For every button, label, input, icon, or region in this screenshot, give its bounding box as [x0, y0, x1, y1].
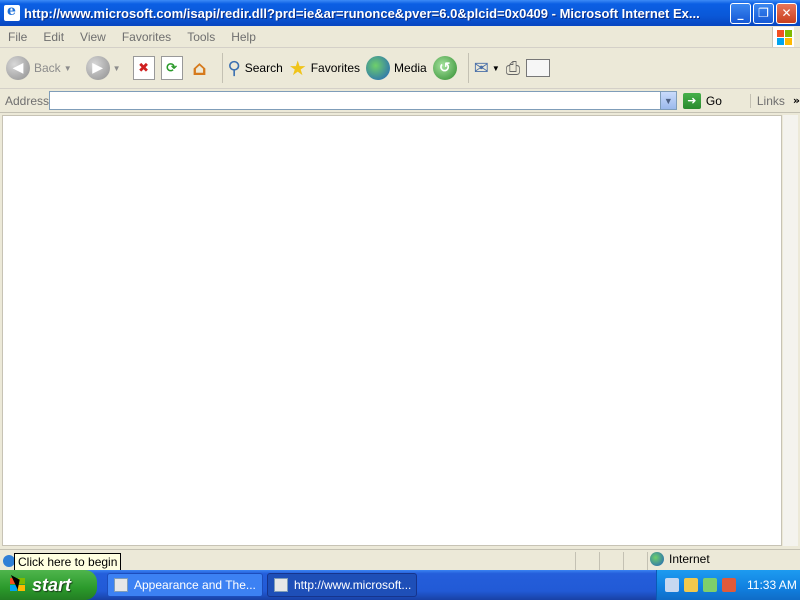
- go-label: Go: [705, 93, 722, 108]
- ie-icon: [4, 3, 20, 21]
- media-globe-icon: [366, 56, 391, 80]
- back-label: Back: [34, 61, 61, 75]
- home-icon: ⌂: [192, 56, 207, 80]
- task-label: Appearance and The...: [134, 578, 256, 592]
- page-content[interactable]: [2, 115, 782, 546]
- start-label: start: [32, 574, 72, 595]
- taskbar: start Appearance and The... http://www.m…: [0, 570, 800, 600]
- title-bar: http://www.microsoft.com/isapi/redir.dll…: [0, 0, 800, 26]
- standard-toolbar: ◀ Back ▼ ▶ ▼ ✖ ⟳ ⌂ ⚲ Search ★ Favorites …: [0, 48, 800, 89]
- windows-logo-icon: [772, 27, 794, 47]
- security-zone: Internet: [650, 552, 710, 566]
- task-label: http://www.microsoft...: [294, 578, 412, 592]
- stop-button[interactable]: ✖: [132, 56, 155, 80]
- address-label: Address: [5, 93, 50, 108]
- zone-label: Internet: [669, 552, 710, 566]
- mail-icon: ✉: [473, 57, 489, 79]
- media-label: Media: [394, 61, 427, 75]
- forward-arrow-icon: ▶: [85, 56, 110, 80]
- system-tray: 11:33 AM: [656, 570, 800, 600]
- search-icon: ⚲: [227, 57, 241, 79]
- favorites-label: Favorites: [310, 61, 361, 75]
- status-segment: [599, 551, 600, 570]
- star-icon: ★: [288, 56, 307, 80]
- refresh-button[interactable]: ⟳: [160, 56, 183, 80]
- vertical-scrollbar[interactable]: [782, 115, 798, 546]
- back-button[interactable]: ◀ Back ▼: [6, 56, 72, 80]
- chevron-down-icon[interactable]: ▼: [113, 64, 121, 73]
- history-button[interactable]: ↺: [432, 56, 457, 80]
- links-button[interactable]: Links: [749, 93, 785, 108]
- menu-bar: File Edit View Favorites Tools Help: [0, 26, 800, 48]
- chevron-down-icon[interactable]: ▼: [492, 64, 500, 73]
- toolbar-separator: [467, 53, 469, 83]
- edit-button[interactable]: [526, 59, 551, 77]
- window-controls: _ ❐ ✕: [730, 2, 797, 24]
- menu-favorites[interactable]: Favorites: [114, 30, 179, 44]
- go-arrow-icon: ➜: [682, 92, 701, 109]
- refresh-icon: ⟳: [160, 56, 183, 80]
- print-button[interactable]: ⎙: [506, 58, 520, 79]
- update-icon[interactable]: [703, 578, 717, 592]
- back-arrow-icon: ◀: [6, 56, 30, 80]
- search-button[interactable]: ⚲ Search: [228, 58, 283, 79]
- address-dropdown-icon[interactable]: ▼: [659, 92, 676, 109]
- history-icon: ↺: [432, 56, 457, 80]
- clock[interactable]: 11:33 AM: [747, 578, 797, 592]
- alert-icon[interactable]: [722, 578, 736, 592]
- network-icon[interactable]: [665, 578, 679, 592]
- stop-icon: ✖: [132, 56, 155, 80]
- status-segment: [623, 551, 624, 570]
- ie-icon: [274, 578, 288, 592]
- forward-button[interactable]: ▶ ▼: [85, 56, 121, 80]
- edit-page-icon: [526, 59, 551, 77]
- media-button[interactable]: Media: [366, 56, 427, 80]
- mail-button[interactable]: ✉ ▼: [474, 58, 500, 79]
- go-button[interactable]: ➜ Go: [682, 92, 722, 109]
- menu-help[interactable]: Help: [223, 30, 264, 44]
- address-bar: Address ▼ ➜ Go Links »: [0, 89, 800, 113]
- close-button[interactable]: ✕: [776, 2, 797, 24]
- toolbar-separator: [221, 53, 223, 83]
- security-icon[interactable]: [684, 578, 698, 592]
- home-button[interactable]: ⌂: [189, 56, 211, 80]
- status-segment: [575, 551, 576, 570]
- menu-tools[interactable]: Tools: [179, 30, 223, 44]
- menu-edit[interactable]: Edit: [35, 30, 72, 44]
- chevron-down-icon[interactable]: ▼: [64, 64, 72, 73]
- chevron-right-icon[interactable]: »: [793, 94, 800, 107]
- status-segment: [647, 551, 648, 570]
- printer-icon: ⎙: [505, 57, 521, 79]
- minimize-button[interactable]: _: [730, 2, 751, 24]
- address-input[interactable]: ▼: [49, 91, 677, 110]
- search-label: Search: [244, 61, 283, 75]
- start-tooltip: Click here to begin: [14, 553, 122, 571]
- menu-file[interactable]: File: [0, 30, 35, 44]
- globe-icon: [650, 552, 664, 566]
- favorites-button[interactable]: ★ Favorites: [289, 56, 360, 80]
- control-panel-icon: [114, 578, 128, 592]
- taskbar-item-browser[interactable]: http://www.microsoft...: [267, 573, 417, 597]
- window-title: http://www.microsoft.com/isapi/redir.dll…: [24, 5, 700, 21]
- maximize-button[interactable]: ❐: [753, 2, 774, 24]
- taskbar-item-appearance[interactable]: Appearance and The...: [107, 573, 263, 597]
- menu-view[interactable]: View: [72, 30, 114, 44]
